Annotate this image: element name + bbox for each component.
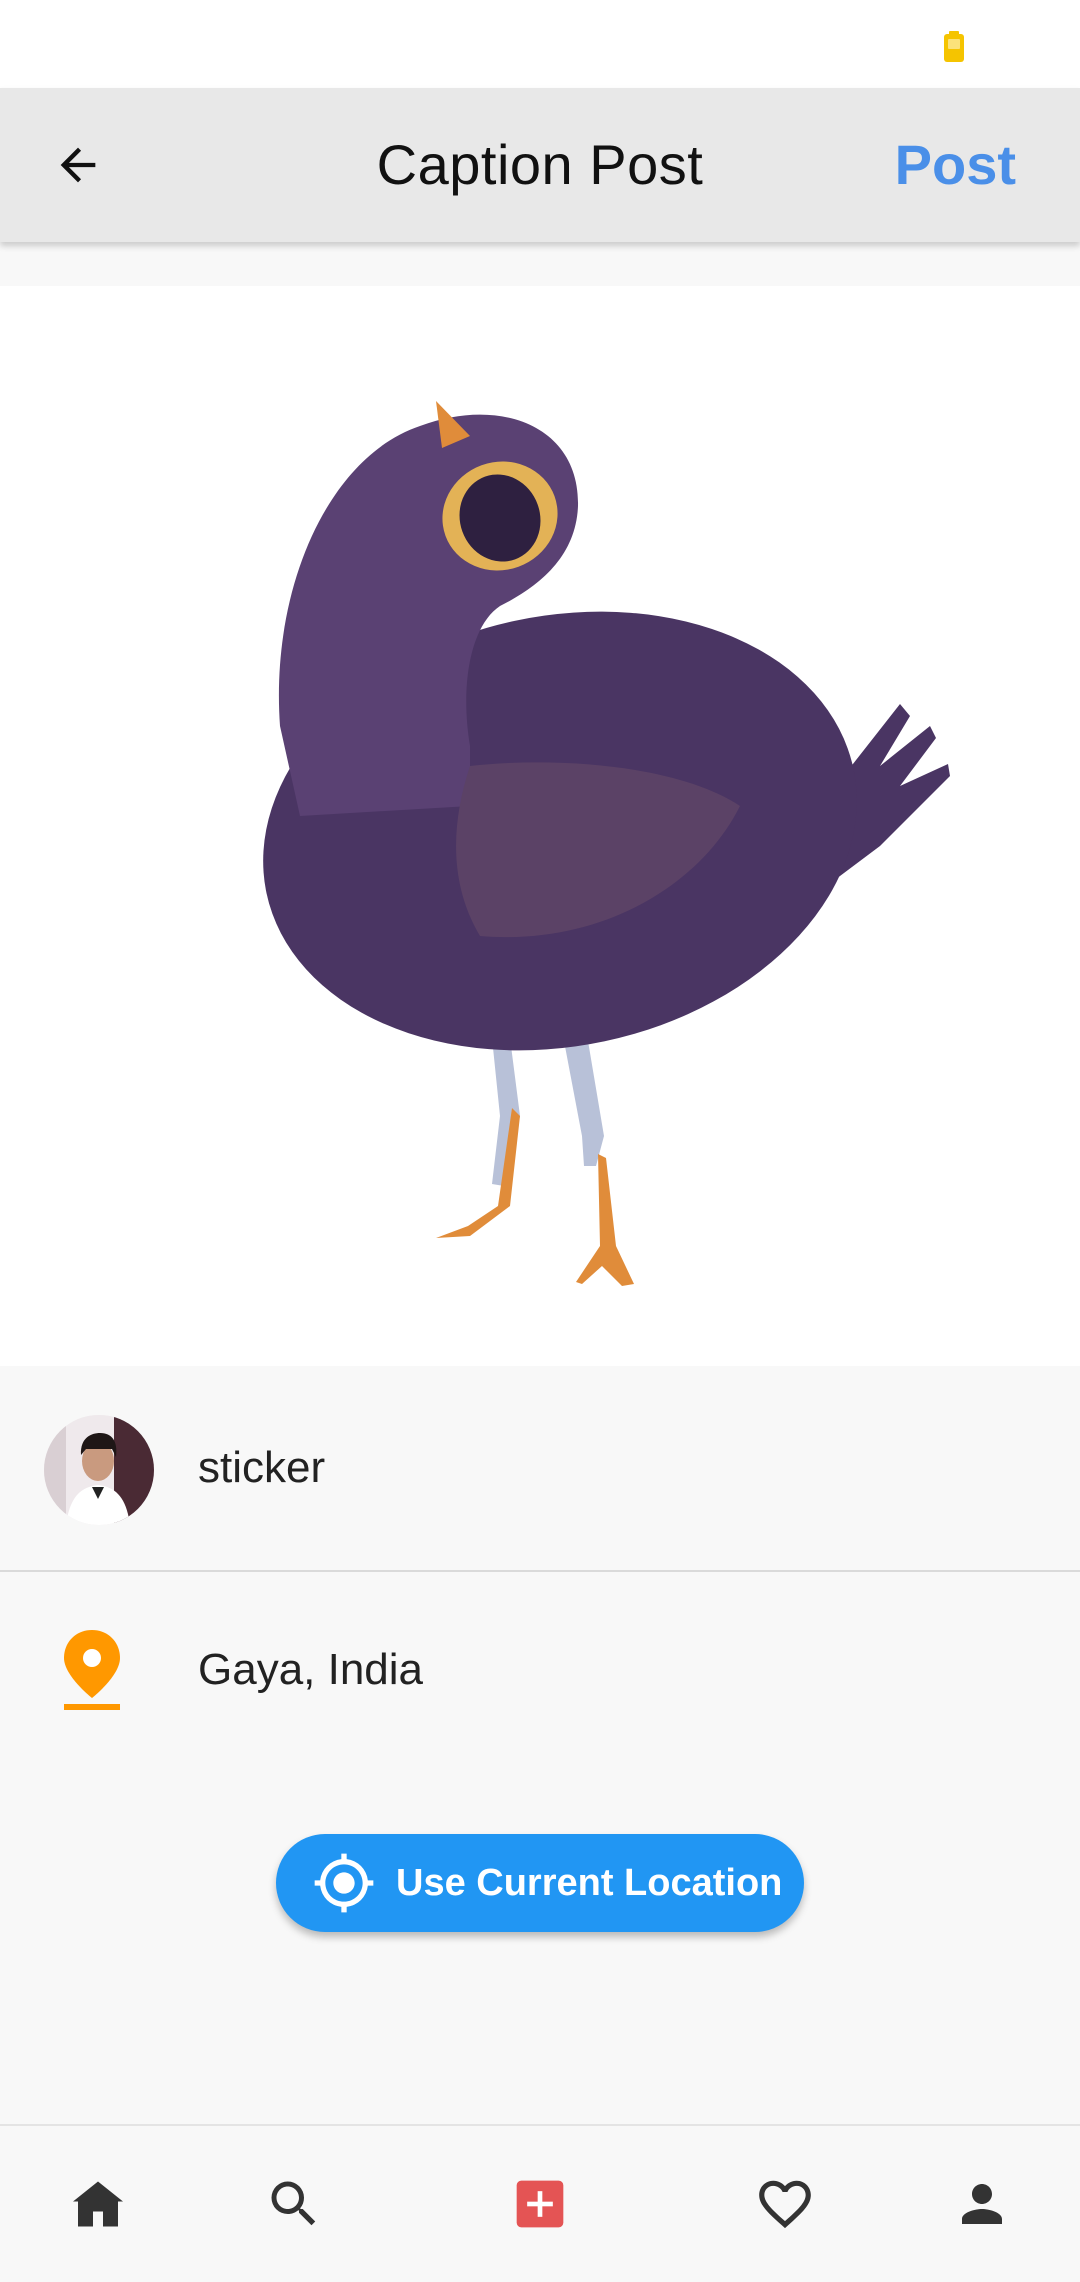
use-current-location-label: Use Current Location — [396, 1861, 783, 1904]
status-bar — [0, 0, 1080, 88]
nav-profile[interactable] — [922, 2126, 1042, 2282]
battery-icon — [944, 31, 964, 62]
heart-icon — [759, 2180, 811, 2229]
nav-add-post[interactable] — [480, 2126, 600, 2282]
caption-row: sticker — [0, 1366, 1080, 1572]
crosshair-icon — [314, 1853, 374, 1913]
map-pin-icon — [64, 1630, 120, 1710]
use-current-location-button[interactable]: Use Current Location — [276, 1834, 804, 1932]
location-text: Gaya, India — [198, 1645, 424, 1694]
nav-home[interactable] — [38, 2126, 158, 2282]
location-row[interactable]: Gaya, India — [0, 1572, 1080, 1768]
caption-text[interactable]: sticker — [198, 1366, 325, 1570]
home-icon — [73, 2181, 123, 2227]
app-bar: Caption Post Post — [0, 88, 1080, 242]
person-icon — [962, 2184, 1002, 2224]
purple-bird-illustration — [263, 401, 950, 1286]
post-button[interactable]: Post — [895, 88, 1016, 242]
user-avatar — [44, 1415, 154, 1525]
bottom-nav — [0, 2124, 1080, 2282]
search-icon — [271, 2181, 316, 2226]
avatar-image — [44, 1415, 154, 1525]
nav-activity[interactable] — [725, 2126, 845, 2282]
add-post-icon — [516, 2180, 564, 2228]
post-image — [0, 286, 1080, 1366]
nav-search[interactable] — [234, 2126, 354, 2282]
